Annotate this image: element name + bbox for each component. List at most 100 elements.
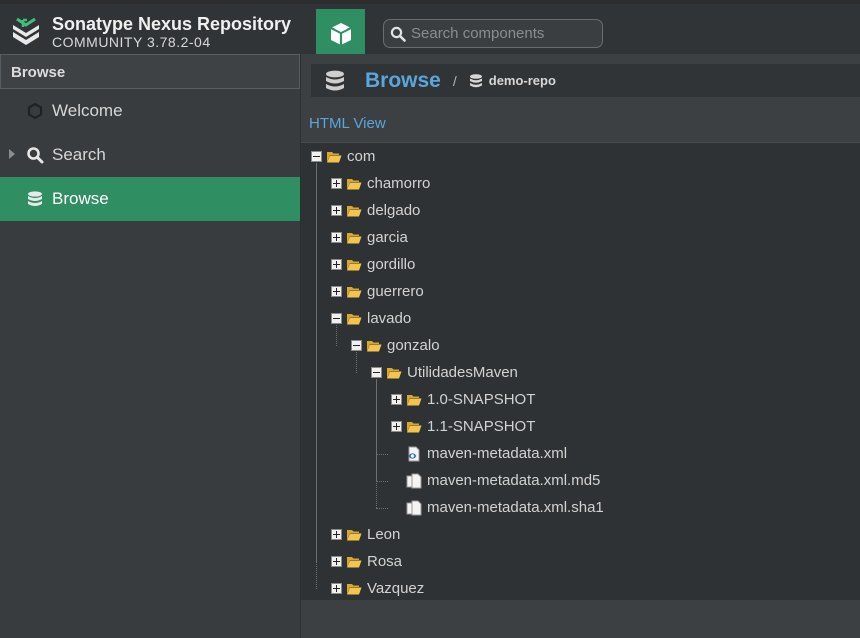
folder-icon [347, 530, 362, 541]
expand-toggle-icon[interactable] [331, 205, 342, 216]
app-name: Sonatype Nexus Repository [52, 13, 292, 34]
tree-node-label[interactable]: chamorro [367, 175, 430, 192]
tree-node[interactable]: Rosa [331, 548, 402, 575]
collapse-toggle-icon[interactable] [351, 340, 362, 351]
repository-tree: com chamorro delgado garcia gordillo guerrero… [301, 143, 860, 600]
html-view-link[interactable]: HTML View [309, 115, 386, 132]
expand-toggle-icon[interactable] [331, 178, 342, 189]
folder-icon [347, 584, 362, 595]
xml-file-icon [408, 446, 420, 461]
main-panel: Browse / demo-repo HTML View com chamorro… [301, 54, 860, 638]
tree-node-label[interactable]: garcia [367, 229, 408, 246]
tree-node[interactable]: lavado [331, 305, 411, 332]
breadcrumb: Browse / demo-repo [311, 64, 860, 97]
tree-node-label[interactable]: maven-metadata.xml [427, 445, 567, 462]
database-icon [326, 70, 344, 90]
browse-mode-button[interactable] [316, 9, 365, 58]
tree-node-label[interactable]: lavado [367, 310, 411, 327]
expand-toggle-icon[interactable] [331, 286, 342, 297]
tree-node-label[interactable]: UtilidadesMaven [407, 364, 518, 381]
tree-node-label[interactable]: com [347, 148, 375, 165]
tree-node[interactable]: gordillo [331, 251, 415, 278]
expand-toggle-icon[interactable] [391, 421, 402, 432]
sidebar-header: Browse [0, 54, 300, 89]
folder-icon [347, 260, 362, 271]
tree-connector-line [376, 480, 388, 482]
tree-node[interactable]: 1.1-SNAPSHOT [391, 413, 535, 440]
expand-toggle-icon[interactable] [331, 259, 342, 270]
tree-node-label[interactable]: Vazquez [367, 580, 424, 597]
search-icon [390, 26, 406, 42]
tree-node[interactable]: 1.0-SNAPSHOT [391, 386, 535, 413]
folder-icon [347, 314, 362, 325]
app-window: Sonatype Nexus Repository COMMUNITY 3.78… [0, 0, 860, 638]
file-icon [406, 500, 422, 515]
folder-icon [347, 206, 362, 217]
tree-node-label[interactable]: Leon [367, 526, 400, 543]
expand-toggle-icon[interactable] [331, 232, 342, 243]
folder-icon [387, 368, 402, 379]
database-icon [28, 191, 42, 206]
tree-node-label[interactable]: guerrero [367, 283, 424, 300]
tree-node-label[interactable]: Rosa [367, 553, 402, 570]
tree-node[interactable]: com [311, 143, 375, 170]
brand-text: Sonatype Nexus Repository COMMUNITY 3.78… [52, 14, 291, 51]
tree-node-label[interactable]: maven-metadata.xml.sha1 [427, 499, 604, 516]
collapse-toggle-icon[interactable] [311, 151, 322, 162]
folder-icon [407, 422, 422, 433]
folder-icon [407, 395, 422, 406]
tree-node-label[interactable]: 1.0-SNAPSHOT [427, 391, 535, 408]
tree-node-label[interactable]: delgado [367, 202, 420, 219]
tree-node-label[interactable]: maven-metadata.xml.md5 [427, 472, 600, 489]
file-icon [406, 473, 422, 488]
folder-icon [347, 557, 362, 568]
tree-node[interactable]: chamorro [331, 170, 430, 197]
tree-node[interactable]: garcia [331, 224, 408, 251]
tree-node[interactable]: guerrero [331, 278, 424, 305]
tree-node[interactable]: Vazquez [331, 575, 424, 602]
tree-node[interactable]: gonzalo [351, 332, 440, 359]
tree-node[interactable]: UtilidadesMaven [371, 359, 518, 386]
top-header: Sonatype Nexus Repository COMMUNITY 3.78… [0, 0, 860, 58]
collapse-toggle-icon[interactable] [371, 367, 382, 378]
tree-node[interactable]: maven-metadata.xml.md5 [391, 467, 600, 494]
tree-node[interactable]: delgado [331, 197, 420, 224]
folder-icon [327, 152, 342, 163]
folder-icon [347, 287, 362, 298]
expand-arrow-icon[interactable] [9, 149, 15, 159]
tree-node[interactable]: maven-metadata.xml.sha1 [391, 494, 604, 521]
expand-toggle-icon[interactable] [331, 583, 342, 594]
sidebar-item-label: Welcome [52, 101, 123, 120]
sidebar-item-label: Search [52, 145, 106, 164]
breadcrumb-browse-link[interactable]: Browse [365, 69, 441, 93]
tree-connector-line [376, 378, 377, 508]
folder-icon [347, 233, 362, 244]
expand-toggle-icon[interactable] [331, 529, 342, 540]
tree-node-label[interactable]: gordillo [367, 256, 415, 273]
folder-icon [367, 341, 382, 352]
tree-connector-line [376, 507, 388, 509]
search-components-input[interactable] [411, 25, 597, 42]
sidebar-item-search[interactable]: Search [0, 133, 300, 177]
panel-footer [301, 600, 860, 638]
sidebar: Browse Welcome Search Browse [0, 54, 301, 638]
tree-connector-line [316, 162, 317, 589]
tree-node[interactable]: Leon [331, 521, 400, 548]
app-version: COMMUNITY 3.78.2-04 [52, 33, 211, 50]
tree-node[interactable]: maven-metadata.xml [391, 440, 567, 467]
search-box[interactable] [383, 19, 603, 48]
expand-toggle-icon[interactable] [391, 394, 402, 405]
collapse-toggle-icon[interactable] [331, 313, 342, 324]
tree-node-label[interactable]: gonzalo [387, 337, 440, 354]
sidebar-item-welcome[interactable]: Welcome [0, 89, 300, 133]
expand-toggle-icon[interactable] [331, 556, 342, 567]
breadcrumb-separator: / [452, 72, 457, 89]
sidebar-item-label: Browse [52, 189, 109, 208]
sidebar-item-browse[interactable]: Browse [0, 177, 300, 221]
brand[interactable]: Sonatype Nexus Repository COMMUNITY 3.78… [10, 10, 291, 54]
tree-node-label[interactable]: 1.1-SNAPSHOT [427, 418, 535, 435]
search-icon [27, 147, 44, 164]
folder-icon [347, 179, 362, 190]
breadcrumb-repo: demo-repo [488, 73, 556, 88]
cube-icon [330, 22, 351, 45]
